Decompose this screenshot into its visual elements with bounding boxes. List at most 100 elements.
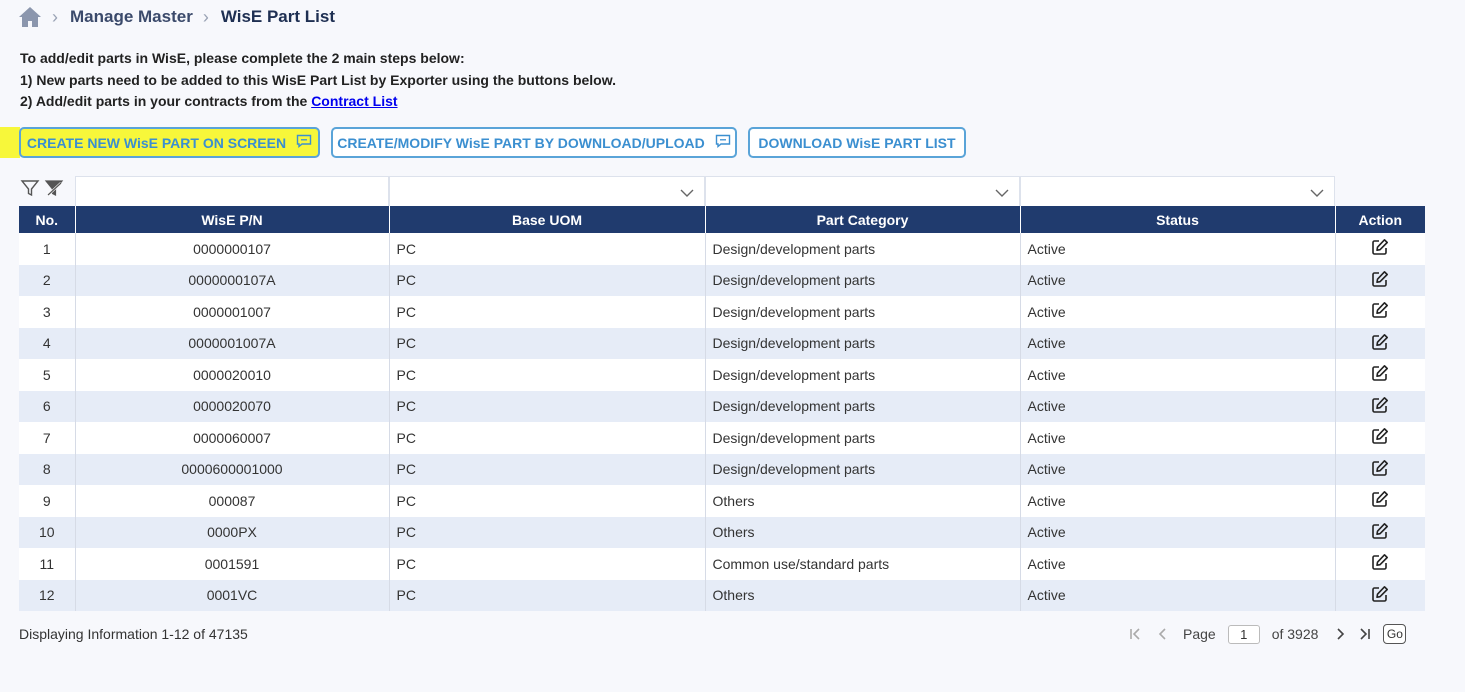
cell-no: 9 [19, 485, 75, 517]
contract-list-link[interactable]: Contract List [311, 93, 397, 109]
cell-pn: 0000020010 [74, 359, 389, 391]
col-header-base-uom[interactable]: Base UOM [388, 206, 705, 233]
filter-icon[interactable] [20, 178, 40, 203]
col-header-action: Action [1334, 206, 1425, 233]
cell-pn: 0000000107 [74, 233, 389, 265]
edit-icon[interactable] [1371, 364, 1389, 385]
cell-status: Active [1019, 579, 1335, 611]
table-row: 9 000087 PC Others Active [19, 485, 1425, 517]
previous-page-icon[interactable] [1153, 625, 1171, 643]
cell-base-uom: PC [388, 516, 705, 548]
col-header-no[interactable]: No. [19, 206, 75, 233]
pn-filter-input[interactable] [75, 176, 389, 206]
parts-table: No. WisE P/N Base UOM Part Category Stat… [19, 206, 1425, 611]
cell-part-category: Design/development parts [704, 264, 1020, 296]
edit-icon[interactable] [1371, 333, 1389, 354]
col-header-pn[interactable]: WisE P/N [74, 206, 389, 233]
cell-status: Active [1019, 233, 1335, 265]
cell-part-category: Design/development parts [704, 422, 1020, 454]
first-page-icon[interactable] [1126, 625, 1144, 643]
cell-pn: 0000001007A [74, 327, 389, 359]
cell-action [1334, 579, 1425, 611]
cell-status: Active [1019, 548, 1335, 580]
cell-action [1334, 453, 1425, 485]
base-uom-filter-select[interactable] [389, 176, 705, 206]
cell-no: 6 [19, 390, 75, 422]
table-row: 6 0000020070 PC Design/development parts Act… [19, 390, 1425, 422]
cell-status: Active [1019, 264, 1335, 296]
create-new-part-button[interactable]: CREATE NEW WisE PART ON SCREEN [19, 127, 320, 158]
cell-pn: 0000020070 [74, 390, 389, 422]
cell-pn: 000087 [74, 485, 389, 517]
edit-icon[interactable] [1371, 553, 1389, 574]
clear-filter-icon[interactable] [44, 178, 64, 203]
cell-base-uom: PC [388, 548, 705, 580]
cell-pn: 0000060007 [74, 422, 389, 454]
cell-base-uom: PC [388, 327, 705, 359]
cell-status: Active [1019, 327, 1335, 359]
instruction-line-1: To add/edit parts in WisE, please comple… [20, 50, 465, 66]
cell-action [1334, 233, 1425, 265]
cell-status: Active [1019, 485, 1335, 517]
cell-part-category: Design/development parts [704, 453, 1020, 485]
edit-icon[interactable] [1371, 301, 1389, 322]
cell-pn: 0000PX [74, 516, 389, 548]
edit-icon[interactable] [1371, 522, 1389, 543]
table-row: 10 0000PX PC Others Active [19, 516, 1425, 548]
col-header-part-category[interactable]: Part Category [704, 206, 1020, 233]
edit-icon[interactable] [1371, 270, 1389, 291]
create-modify-download-upload-button[interactable]: CREATE/MODIFY WisE PART BY DOWNLOAD/UPLO… [331, 127, 737, 158]
table-row: 8 0000600001000 PC Design/development parts… [19, 453, 1425, 485]
cell-base-uom: PC [388, 264, 705, 296]
cell-base-uom: PC [388, 485, 705, 517]
download-part-list-button[interactable]: DOWNLOAD WisE PART LIST [748, 127, 966, 158]
part-category-filter-select[interactable] [705, 176, 1020, 206]
cell-status: Active [1019, 390, 1335, 422]
cell-part-category: Design/development parts [704, 296, 1020, 328]
cell-base-uom: PC [388, 579, 705, 611]
breadcrumb: › Manage Master › WisE Part List [18, 2, 335, 32]
edit-icon[interactable] [1371, 585, 1389, 606]
cell-status: Active [1019, 453, 1335, 485]
home-icon[interactable] [18, 6, 42, 28]
breadcrumb-manage-master[interactable]: Manage Master [70, 7, 193, 27]
cell-pn: 0001VC [74, 579, 389, 611]
chevron-right-icon: › [202, 6, 209, 27]
cell-part-category: Others [704, 516, 1020, 548]
edit-icon[interactable] [1371, 427, 1389, 448]
cell-action [1334, 485, 1425, 517]
edit-icon[interactable] [1371, 490, 1389, 511]
cell-status: Active [1019, 359, 1335, 391]
cell-no: 8 [19, 453, 75, 485]
table-row: 7 0000060007 PC Design/development parts Act… [19, 422, 1425, 454]
status-filter-select[interactable] [1020, 176, 1335, 206]
cell-action [1334, 422, 1425, 454]
filter-tools [20, 178, 64, 203]
edit-icon[interactable] [1371, 459, 1389, 480]
chevron-right-icon: › [52, 6, 58, 27]
instructions: To add/edit parts in WisE, please comple… [20, 48, 616, 113]
cell-base-uom: PC [388, 233, 705, 265]
next-page-icon[interactable] [1332, 625, 1350, 643]
cell-action [1334, 264, 1425, 296]
cell-pn: 0000000107A [74, 264, 389, 296]
page-number-input[interactable] [1227, 624, 1260, 644]
cell-no: 1 [19, 233, 75, 265]
table-row: 5 0000020010 PC Design/development parts Act… [19, 359, 1425, 391]
last-page-icon[interactable] [1356, 625, 1374, 643]
cell-no: 7 [19, 422, 75, 454]
table-row: 3 0000001007 PC Design/development parts Act… [19, 296, 1425, 328]
go-button[interactable]: Go [1383, 624, 1407, 644]
cell-action [1334, 516, 1425, 548]
cell-part-category: Others [704, 485, 1020, 517]
record-count: Displaying Information 1-12 of 47135 [19, 626, 248, 642]
col-header-status[interactable]: Status [1019, 206, 1335, 233]
chevron-down-icon [1310, 185, 1324, 203]
cell-no: 3 [19, 296, 75, 328]
cell-base-uom: PC [388, 422, 705, 454]
edit-icon[interactable] [1371, 396, 1389, 417]
highlight-mark [0, 127, 20, 158]
cell-action [1334, 359, 1425, 391]
total-pages: of 3928 [1271, 626, 1319, 642]
edit-icon[interactable] [1371, 238, 1389, 259]
